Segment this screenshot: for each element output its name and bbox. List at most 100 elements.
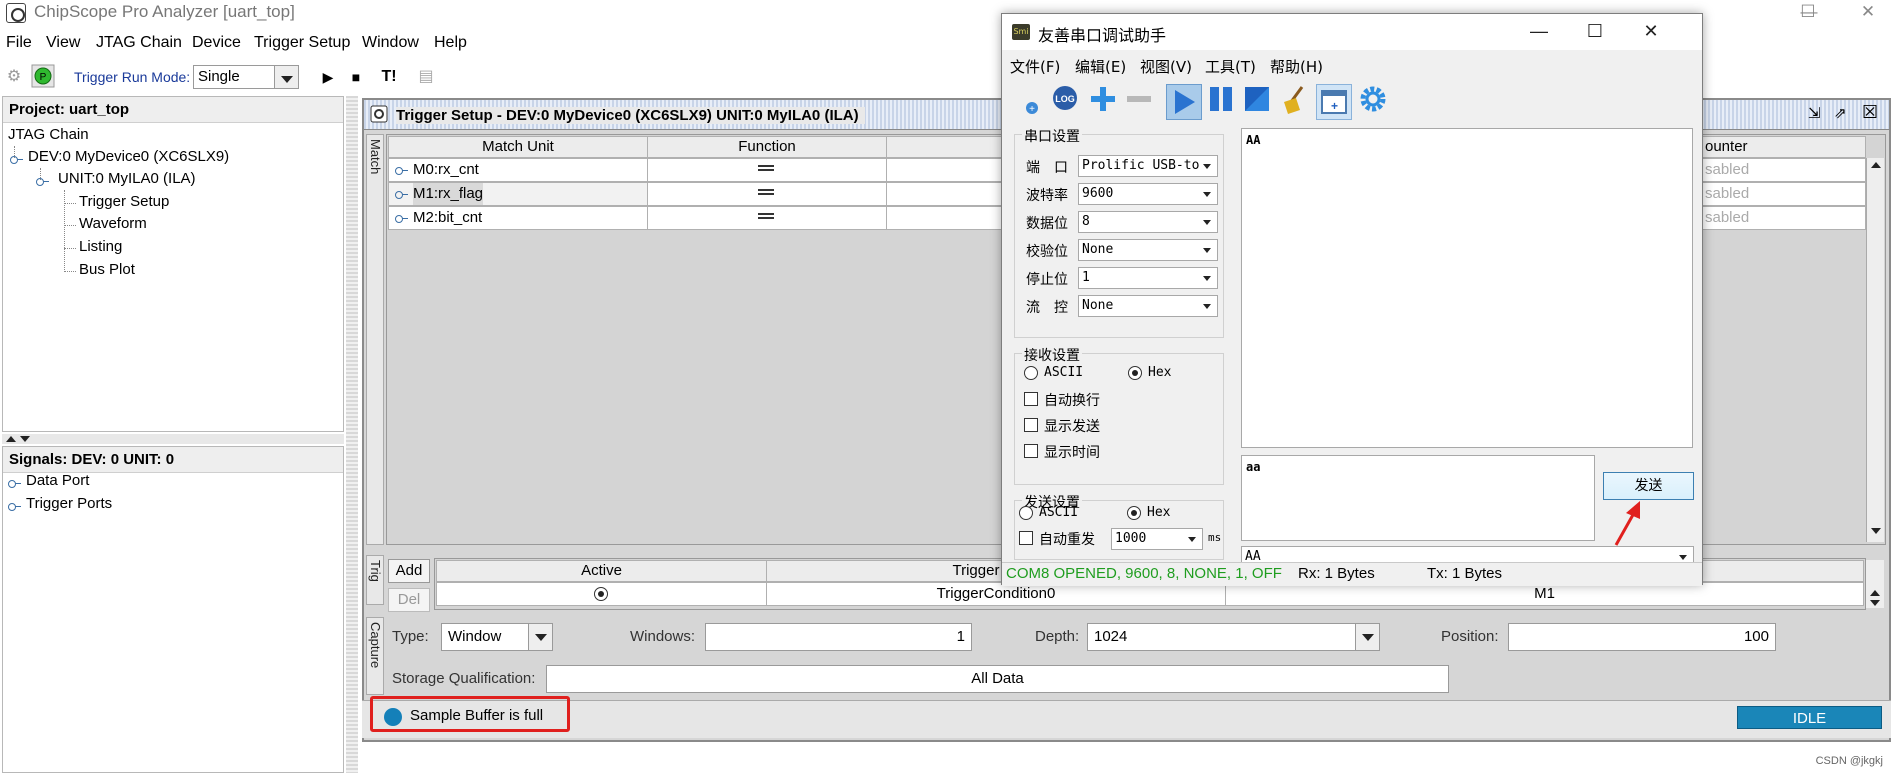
windows-input[interactable]: 1	[705, 623, 972, 651]
menu-trigger-setup[interactable]: Trigger Setup	[254, 34, 350, 52]
parity-select[interactable]: None	[1078, 239, 1218, 261]
port-select[interactable]: Prolific USB-to	[1078, 155, 1218, 177]
float-frame-icon[interactable]: ⇗	[1834, 104, 1852, 122]
power-icon[interactable]: P	[30, 64, 56, 90]
menu-jtag-chain[interactable]: JTAG Chain	[96, 34, 182, 52]
chevron-down-icon[interactable]	[274, 66, 298, 88]
capture-type-select[interactable]: Window	[441, 623, 553, 651]
splitter-up-icon[interactable]	[6, 436, 16, 442]
show-send-checkbox[interactable]	[1024, 418, 1038, 432]
vertical-splitter[interactable]	[346, 96, 358, 773]
scroll-down-icon[interactable]	[1870, 600, 1880, 606]
resend-interval-spinner[interactable]: 1000	[1111, 528, 1203, 550]
chevron-down-icon[interactable]	[1355, 624, 1379, 650]
tree-jtag-chain[interactable]: JTAG Chain	[8, 126, 89, 143]
match-scrollbar[interactable]	[1866, 158, 1884, 542]
run-icon[interactable]: ▶	[318, 64, 338, 90]
match-row-m2[interactable]: M2:bit_cnt	[388, 206, 648, 230]
maximize-icon[interactable]: ☐	[1790, 0, 1826, 26]
tree-unit[interactable]: UNIT:0 MyILA0 (ILA)	[58, 170, 196, 187]
match-row-m1[interactable]: M1:rx_flag	[388, 182, 648, 206]
serial-menu-help[interactable]: 帮助(H)	[1270, 56, 1323, 77]
signal-trigger-ports[interactable]: Trigger Ports	[26, 495, 112, 512]
trigger-active-cell[interactable]	[436, 582, 767, 606]
receive-ascii-radio[interactable]	[1024, 366, 1038, 380]
tree-listing[interactable]: Listing	[79, 238, 122, 255]
serial-menu-edit[interactable]: 编辑(E)	[1075, 56, 1126, 77]
match-counter-m0[interactable]: sabled	[1702, 158, 1866, 182]
data-bits-select[interactable]: 8	[1078, 211, 1218, 233]
tree-trigger-setup[interactable]: Trigger Setup	[79, 193, 169, 210]
new-file-icon[interactable]: +	[1016, 84, 1042, 122]
position-input[interactable]: 100	[1508, 623, 1776, 651]
close-frame-icon[interactable]: ☒	[1862, 102, 1882, 122]
match-counter-m2[interactable]: sabled	[1702, 206, 1866, 230]
stop-icon[interactable]: ■	[346, 64, 366, 90]
close-icon[interactable]: ✕	[1845, 0, 1891, 26]
log-icon[interactable]: LOG	[1050, 84, 1080, 122]
window-add-icon[interactable]: +	[1316, 84, 1352, 120]
depth-select[interactable]: 1024	[1087, 623, 1380, 651]
stop-square-icon[interactable]	[1242, 84, 1272, 122]
play-icon[interactable]	[1166, 84, 1202, 120]
minus-icon[interactable]	[1124, 84, 1154, 122]
flow-control-select[interactable]: None	[1078, 295, 1218, 317]
capture-side-tab[interactable]: Capture	[366, 617, 384, 695]
menu-view[interactable]: View	[46, 34, 80, 52]
auto-wrap-checkbox[interactable]	[1024, 392, 1038, 406]
menu-file[interactable]: File	[6, 34, 32, 52]
show-time-checkbox[interactable]	[1024, 444, 1038, 458]
send-button[interactable]: 发送	[1603, 472, 1694, 500]
broom-icon[interactable]	[1278, 84, 1310, 122]
send-text-area[interactable]: aa	[1241, 455, 1595, 541]
tree-bus-plot[interactable]: Bus Plot	[79, 261, 135, 278]
match-function-m2[interactable]	[647, 206, 887, 230]
match-function-m1[interactable]	[647, 182, 887, 206]
match-value-m0[interactable]	[886, 158, 1002, 182]
delete-condition-button[interactable]: Del	[388, 588, 430, 612]
menu-window[interactable]: Window	[362, 34, 419, 52]
match-counter-m1[interactable]: sabled	[1702, 182, 1866, 206]
document-icon[interactable]: ▤	[416, 64, 436, 90]
gear-icon[interactable]	[1358, 84, 1388, 122]
signal-data-port[interactable]: Data Port	[26, 472, 89, 489]
tree-device[interactable]: DEV:0 MyDevice0 (XC6SLX9)	[28, 148, 229, 165]
serial-minimize-icon[interactable]: —	[1516, 18, 1562, 46]
storage-qualification-field[interactable]: All Data	[546, 665, 1449, 693]
menu-help[interactable]: Help	[434, 34, 467, 52]
send-ascii-radio[interactable]	[1019, 506, 1033, 520]
match-function-m0[interactable]	[647, 158, 887, 182]
match-row-m0[interactable]: M0:rx_cnt	[388, 158, 648, 182]
plus-icon[interactable]	[1088, 84, 1118, 122]
add-condition-button[interactable]: Add	[388, 559, 430, 583]
serial-maximize-icon[interactable]: ☐	[1572, 18, 1618, 46]
menu-device[interactable]: Device	[192, 34, 241, 52]
trigger-immediate-button[interactable]: T!	[376, 64, 402, 90]
tree-waveform[interactable]: Waveform	[79, 215, 147, 232]
baud-select[interactable]: 9600	[1078, 183, 1218, 205]
serial-menu-view[interactable]: 视图(V)	[1140, 56, 1192, 77]
chevron-down-icon[interactable]	[528, 624, 552, 650]
trig-side-tab[interactable]: Trig	[366, 555, 384, 605]
serial-close-icon[interactable]: ✕	[1628, 18, 1674, 46]
send-hex-radio[interactable]	[1127, 506, 1141, 520]
match-value-m1[interactable]	[886, 182, 1002, 206]
stop-bits-select[interactable]: 1	[1078, 267, 1218, 289]
scroll-down-icon[interactable]	[1871, 528, 1881, 534]
serial-menu-tools[interactable]: 工具(T)	[1205, 56, 1256, 77]
auto-resend-checkbox[interactable]	[1019, 531, 1033, 545]
chain-icon[interactable]: ⚙	[4, 64, 24, 90]
receive-text-area[interactable]: AA	[1241, 128, 1693, 448]
match-side-tab[interactable]: Match	[366, 134, 384, 545]
scroll-up-icon[interactable]	[1870, 590, 1880, 596]
trig-scrollbar[interactable]	[1866, 560, 1884, 608]
trigger-run-mode-select[interactable]: Single	[193, 65, 299, 89]
receive-hex-radio[interactable]	[1128, 366, 1142, 380]
match-value-m2[interactable]	[886, 206, 1002, 230]
scroll-up-icon[interactable]	[1871, 162, 1881, 168]
panel-splitter[interactable]	[2, 434, 344, 444]
active-radio[interactable]	[594, 587, 608, 601]
splitter-down-icon[interactable]	[20, 436, 30, 442]
pause-icon[interactable]	[1206, 84, 1236, 122]
minimize-frame-icon[interactable]: ⇲	[1808, 104, 1826, 122]
